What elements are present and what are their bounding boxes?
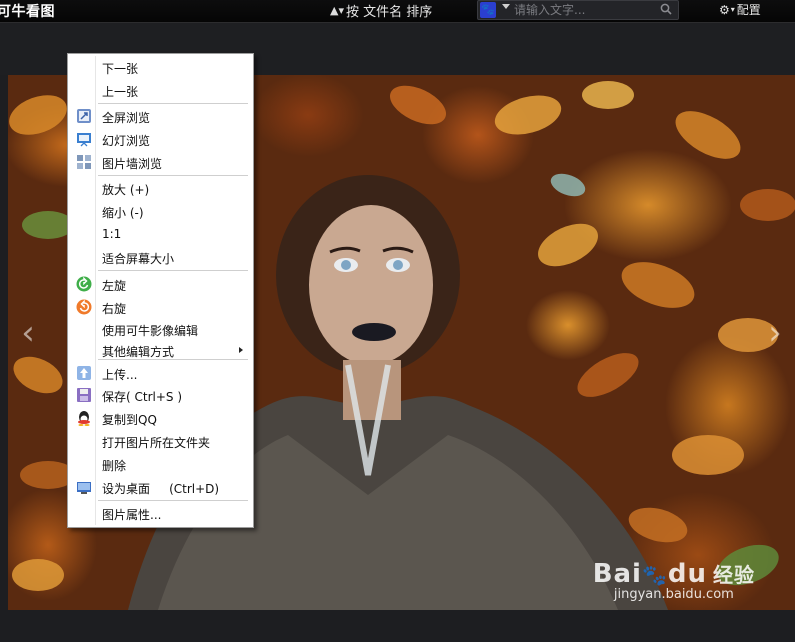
- menu-separator: [98, 270, 248, 271]
- menu-item-label: 保存( Ctrl+S ): [102, 390, 183, 404]
- menu-item-label: 放大 (+): [102, 183, 150, 197]
- chevron-down-icon: ▾: [730, 5, 735, 14]
- menu-item-label: 1:1: [102, 227, 122, 241]
- next-image-arrow[interactable]: ›: [755, 313, 795, 353]
- menu-item-label: 上传...: [102, 368, 138, 382]
- menu-previous-image[interactable]: 上一张: [70, 79, 251, 101]
- menu-item-label: 使用可牛影像编辑: [102, 324, 199, 338]
- menu-slideshow[interactable]: 幻灯浏览: [70, 128, 251, 150]
- menu-separator: [98, 500, 248, 501]
- paw-logo-icon: 🐾: [641, 563, 668, 587]
- menu-actual-size[interactable]: 1:1: [70, 223, 251, 245]
- menu-item-label: 设为桌面 (Ctrl+D): [102, 482, 220, 496]
- search-input[interactable]: [514, 1, 654, 19]
- menu-delete[interactable]: 删除: [70, 453, 251, 475]
- previous-image-arrow[interactable]: ‹: [8, 313, 48, 353]
- menu-set-as-wallpaper[interactable]: 设为桌面 (Ctrl+D): [70, 476, 251, 498]
- menu-image-properties[interactable]: 图片属性...: [70, 502, 251, 524]
- search-box[interactable]: 🐾: [477, 0, 679, 20]
- menu-item-label: 删除: [102, 459, 127, 473]
- menu-upload[interactable]: 上传...: [70, 362, 251, 384]
- menu-item-label: 适合屏幕大小: [102, 252, 175, 266]
- watermark-brand-du: du: [667, 559, 707, 589]
- menu-item-label: 全屏浏览: [102, 111, 151, 125]
- sort-label: 按 文件名 排序: [345, 4, 433, 20]
- menu-item-label: 下一张: [102, 62, 139, 76]
- menu-item-label: 右旋: [102, 302, 127, 316]
- sort-button[interactable]: ▲▾ 按 文件名 排序: [330, 1, 433, 20]
- menu-save[interactable]: 保存( Ctrl+S ): [70, 384, 251, 406]
- sort-arrow-icon: ▲▾: [330, 3, 344, 17]
- menu-copy-to-qq[interactable]: 复制到QQ: [70, 407, 251, 429]
- rotate-left-icon: [76, 276, 92, 292]
- menu-item-label: 其他编辑方式: [102, 345, 175, 359]
- menu-item-label: 图片墙浏览: [102, 157, 163, 171]
- gear-icon: ⚙: [719, 2, 730, 17]
- upload-icon: [77, 366, 91, 380]
- menu-rotate-right[interactable]: 右旋: [70, 296, 251, 318]
- desktop-icon: [77, 482, 91, 494]
- menu-separator: [98, 175, 248, 176]
- config-label: 配置: [736, 3, 761, 17]
- save-icon: [77, 388, 91, 402]
- menu-other-edit-methods[interactable]: 其他编辑方式: [70, 339, 251, 361]
- slideshow-icon: [77, 133, 91, 147]
- fullscreen-icon: [77, 109, 91, 123]
- baidu-paw-icon[interactable]: 🐾: [480, 2, 496, 18]
- config-button[interactable]: ⚙ ▾ 配置: [719, 1, 761, 18]
- watermark-brand-bai: Bai: [592, 559, 642, 589]
- search-icon[interactable]: [660, 3, 672, 15]
- picture-wall-icon: [77, 155, 91, 169]
- rotate-right-icon: [76, 299, 92, 315]
- menu-item-label: 上一张: [102, 85, 139, 99]
- qq-icon: [78, 411, 90, 426]
- menu-next-image[interactable]: 下一张: [70, 56, 251, 78]
- context-menu: 下一张 上一张 全屏浏览 幻灯浏览 图片墙浏览 放大 (+) 缩小 (-) 1:…: [67, 53, 254, 528]
- menu-separator: [98, 103, 248, 104]
- watermark-jingyan: 经验: [713, 563, 755, 587]
- watermark-brand: Bai🐾du 经验: [593, 559, 755, 589]
- menu-item-label: 图片属性...: [102, 508, 162, 522]
- watermark-url: jingyan.baidu.com: [613, 587, 734, 602]
- baidu-jingyan-watermark: Bai🐾du 经验 jingyan.baidu.com: [593, 559, 755, 602]
- menu-separator: [98, 359, 248, 360]
- menu-item-label: 复制到QQ: [102, 413, 157, 427]
- menu-fit-screen[interactable]: 适合屏幕大小: [70, 246, 251, 268]
- title-bar: 可牛看图 ▲▾ 按 文件名 排序 🐾 ⚙ ▾ 配置: [0, 0, 795, 23]
- menu-edit-with-keniu[interactable]: 使用可牛影像编辑: [70, 318, 251, 340]
- menu-picture-wall[interactable]: 图片墙浏览: [70, 151, 251, 173]
- menu-open-folder[interactable]: 打开图片所在文件夹: [70, 430, 251, 452]
- menu-rotate-left[interactable]: 左旋: [70, 273, 251, 295]
- menu-item-label: 幻灯浏览: [102, 134, 151, 148]
- menu-item-label: 打开图片所在文件夹: [102, 436, 211, 450]
- menu-fullscreen[interactable]: 全屏浏览: [70, 105, 251, 127]
- engine-dropdown-icon[interactable]: [502, 4, 510, 9]
- menu-item-label: 缩小 (-): [102, 206, 144, 220]
- submenu-arrow-icon: [239, 347, 243, 353]
- menu-item-label: 左旋: [102, 279, 127, 293]
- app-title: 可牛看图: [0, 4, 55, 20]
- menu-zoom-in[interactable]: 放大 (+): [70, 177, 251, 199]
- menu-zoom-out[interactable]: 缩小 (-): [70, 200, 251, 222]
